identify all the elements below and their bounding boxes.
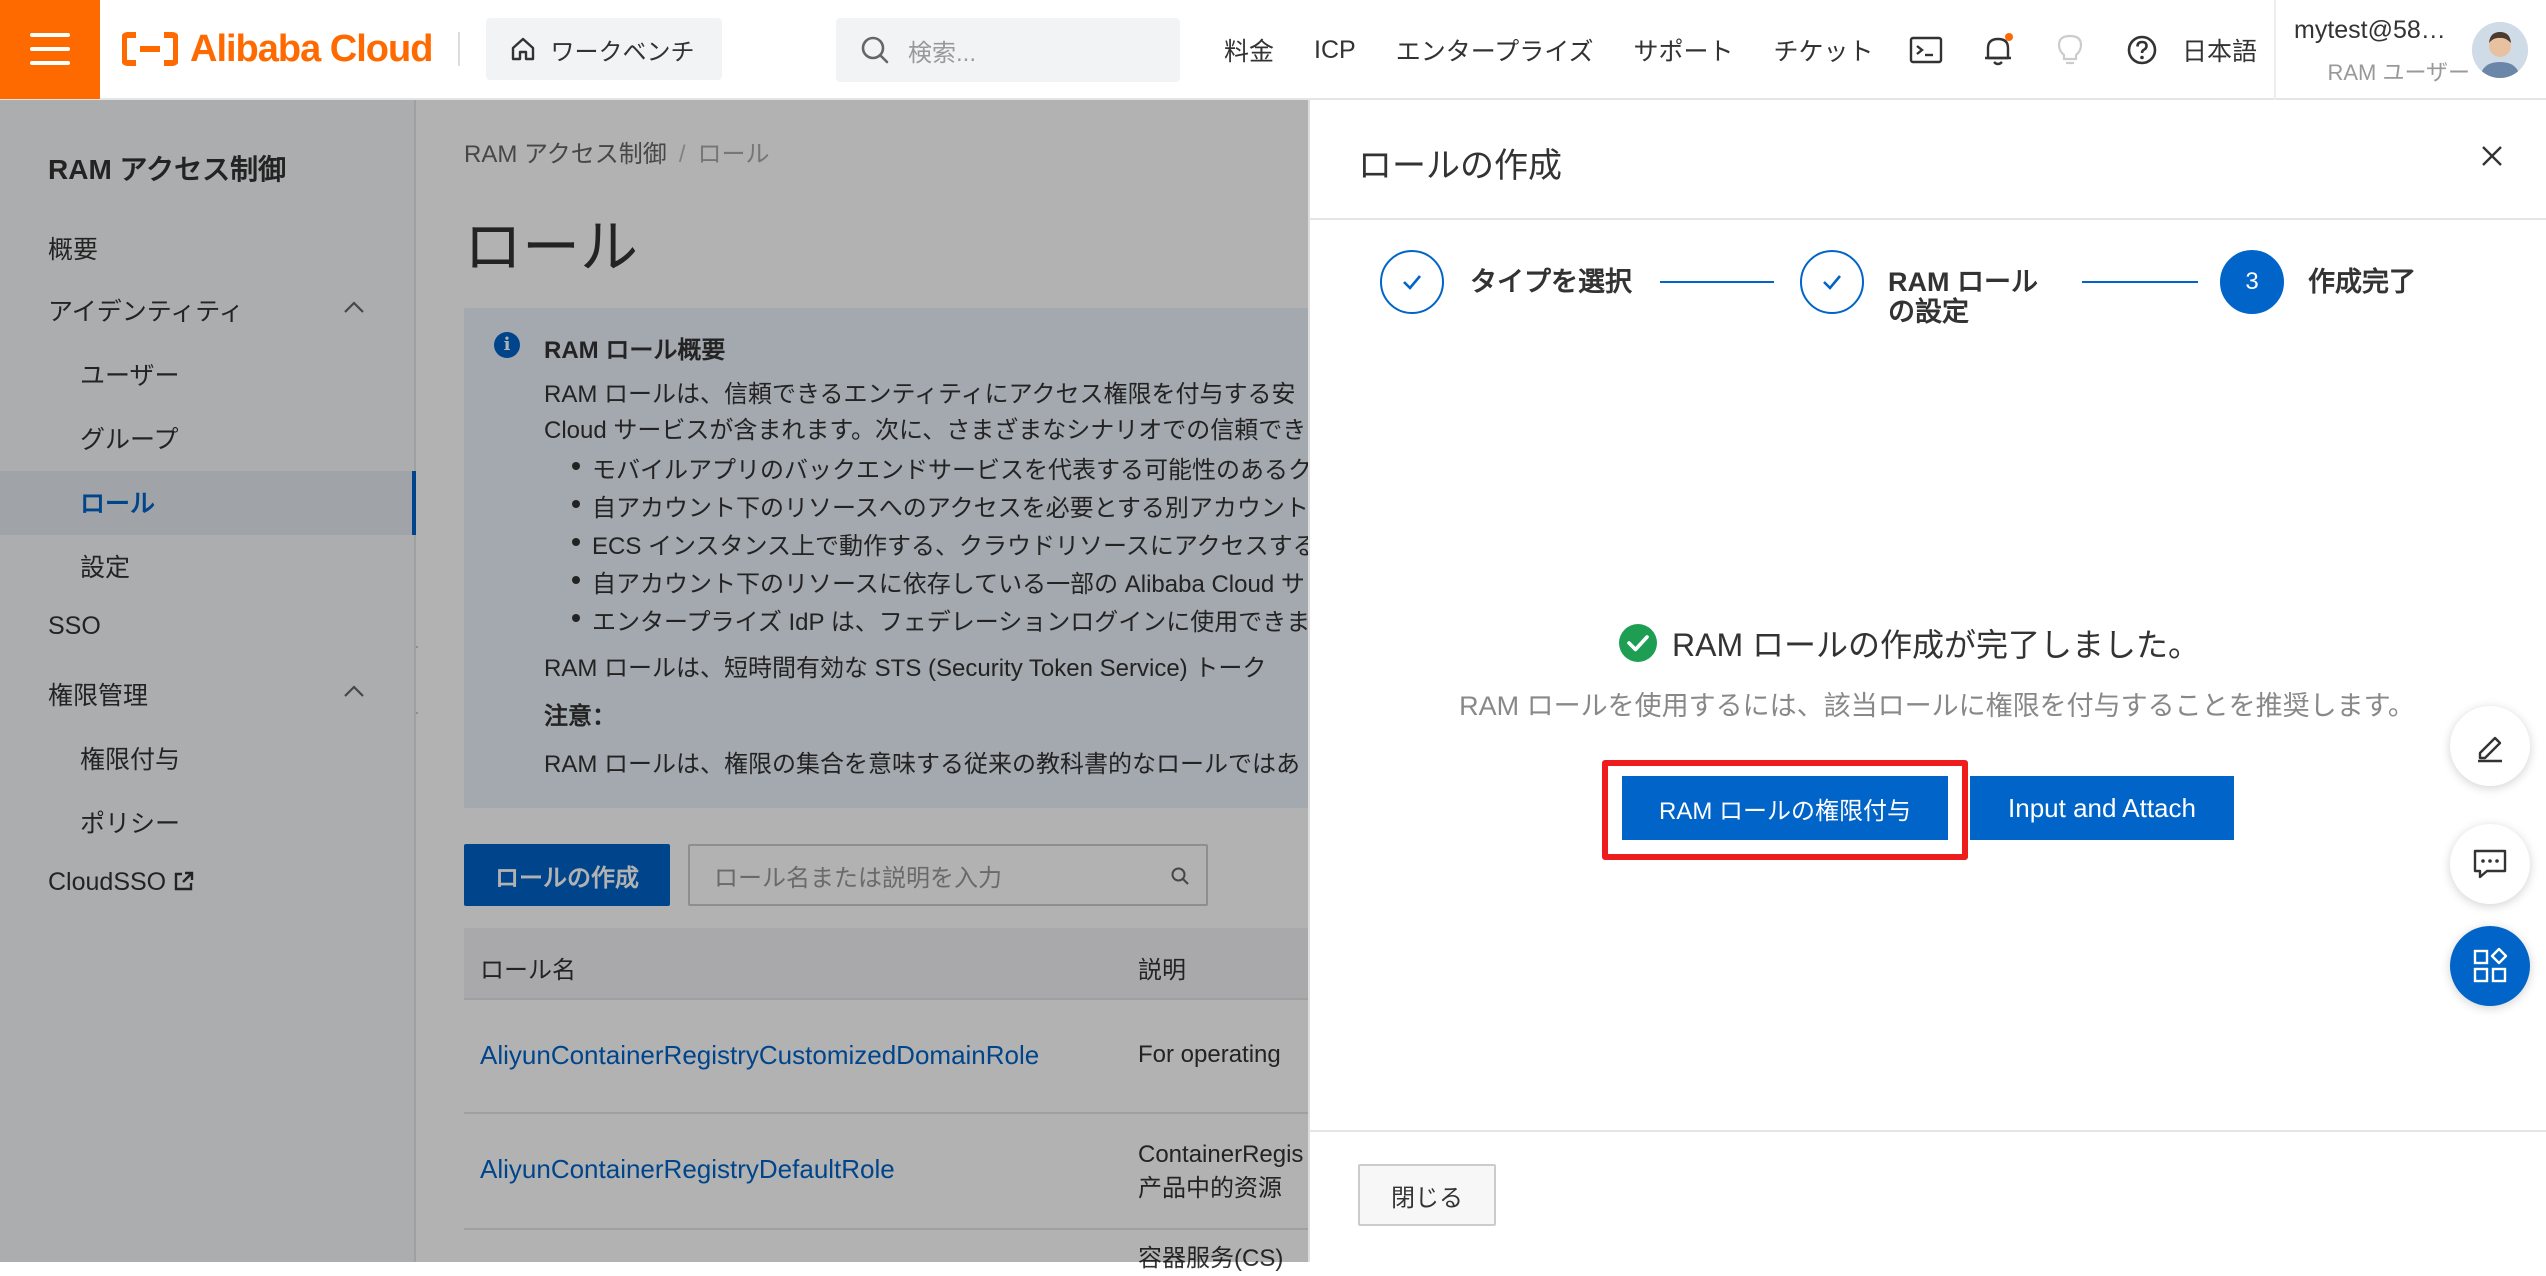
step-3-label: 作成完了 [2308, 267, 2416, 297]
cloud-shell-button[interactable] [1890, 0, 1962, 100]
user-menu[interactable]: mytest@58… RAM ユーザー [2294, 16, 2474, 87]
nav-link-enterprise[interactable]: エンタープライズ [1396, 32, 1594, 68]
divider [2274, 0, 2276, 100]
alibaba-logo-icon [122, 32, 178, 66]
chat-button[interactable] [2450, 824, 2530, 904]
top-icon-group [1890, 0, 2178, 100]
drawer-title: ロールの作成 [1358, 147, 1562, 185]
terminal-icon [1909, 36, 1943, 64]
step-1-label: タイプを選択 [1470, 267, 1632, 297]
user-avatar-icon [2472, 22, 2528, 78]
success-check-icon [1619, 624, 1657, 662]
divider [458, 32, 461, 66]
notifications-button[interactable] [1962, 0, 2034, 100]
bell-icon [1985, 33, 2013, 66]
language-selector[interactable]: 日本語 [2182, 0, 2257, 100]
apps-button[interactable] [2450, 926, 2530, 1006]
divider [1310, 1130, 2546, 1132]
step-connector [1660, 281, 1774, 283]
success-message: RAM ロールの作成が完了しました。 [1618, 618, 2240, 668]
nav-link-pricing[interactable]: 料金 [1224, 32, 1274, 68]
search-placeholder: 検索... [908, 39, 977, 67]
home-icon [512, 37, 535, 61]
user-name: mytest@58… [2294, 16, 2446, 44]
search-icon [861, 36, 889, 64]
step-connector [2082, 281, 2198, 283]
chat-icon [2473, 849, 2507, 879]
create-role-drawer: ロールの作成 タイプを選択 RAM ロール の設定 3 作成完了 RAM ロール… [1308, 100, 2546, 1262]
avatar[interactable] [2472, 22, 2528, 78]
modal-backdrop[interactable] [0, 100, 1308, 1262]
feedback-edit-button[interactable] [2450, 706, 2530, 786]
brand-name: Alibaba Cloud [190, 27, 433, 70]
divider [1310, 218, 2546, 220]
step-1-done-circle [1380, 250, 1444, 314]
check-icon [1403, 275, 1421, 290]
step-2-done-circle [1800, 250, 1864, 314]
global-search-input[interactable]: 検索... [836, 18, 1180, 82]
close-button[interactable]: 閉じる [1358, 1164, 1496, 1226]
check-icon [1823, 275, 1841, 290]
apps-icon [2473, 947, 2508, 983]
hamburger-menu-button[interactable] [0, 0, 100, 99]
nav-link-support[interactable]: サポート [1633, 32, 1733, 68]
lightbulb-icon [2057, 34, 2083, 65]
edit-icon [2478, 736, 2502, 763]
help-icon [2127, 35, 2157, 65]
nav-link-ticket[interactable]: チケット [1773, 32, 1873, 68]
workbench-label: ワークベンチ [550, 38, 695, 66]
grant-permission-button[interactable]: RAM ロールの権限付与 [1622, 776, 1948, 840]
help-button[interactable] [2106, 0, 2178, 100]
workbench-button[interactable]: ワークベンチ [486, 18, 723, 80]
user-role: RAM ユーザー [2327, 60, 2470, 85]
top-nav-links: 料金 ICP エンタープライズ サポート チケット [1224, 0, 1914, 100]
success-subtext: RAM ロールを使用するには、該当ロールに権限を付与することを推奨します。 [1459, 691, 2415, 721]
step-3-active-circle: 3 [2220, 250, 2284, 314]
language-label: 日本語 [2182, 38, 2258, 66]
success-message-text: RAM ロールの作成が完了しました。 [1672, 627, 2201, 663]
alibaba-cloud-logo[interactable]: Alibaba Cloud [122, 0, 433, 99]
close-icon[interactable] [2476, 140, 2508, 172]
nav-link-icp[interactable]: ICP [1314, 36, 1356, 65]
input-and-attach-button[interactable]: Input and Attach [1970, 776, 2234, 840]
tips-button[interactable] [2034, 0, 2106, 100]
step-2-label: RAM ロール の設定 [1888, 264, 2038, 330]
